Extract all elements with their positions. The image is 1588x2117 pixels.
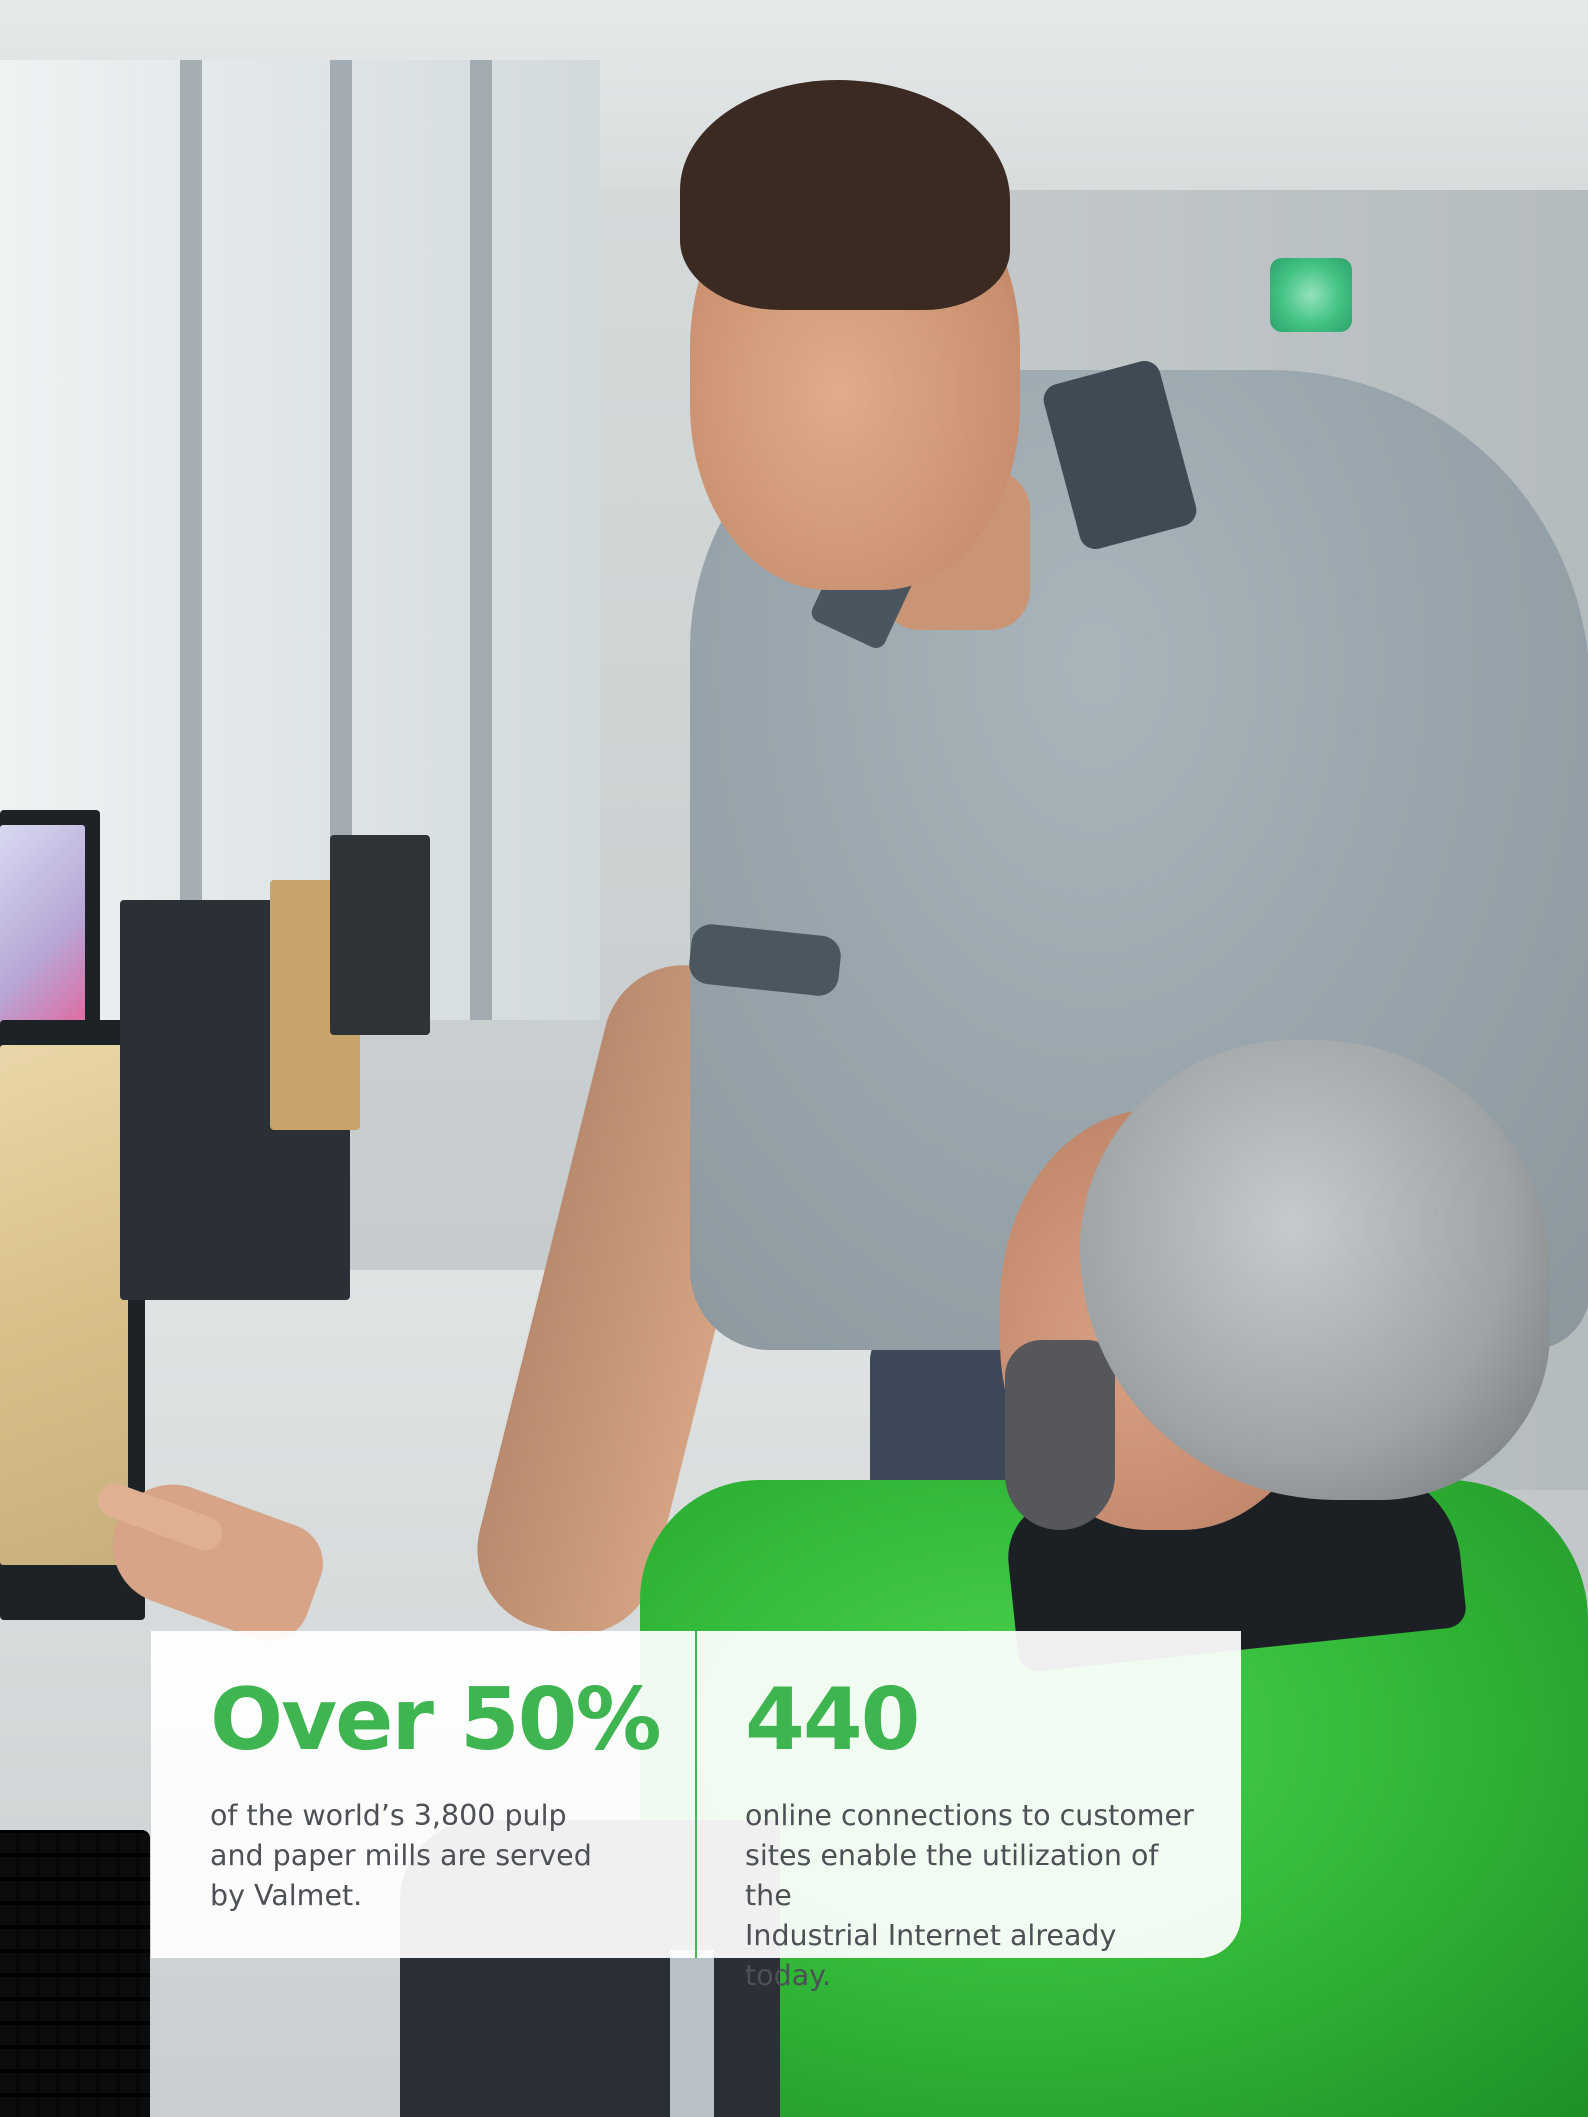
monitor bbox=[330, 835, 430, 1035]
stat-description: of the world’s 3,800 pulp and paper mill… bbox=[210, 1796, 680, 1916]
stat-online-connections: 440 online connections to customer sites… bbox=[745, 1668, 1205, 1996]
exit-sign bbox=[1270, 258, 1352, 332]
window-mullion bbox=[180, 60, 202, 1020]
stat-description-line: by Valmet. bbox=[210, 1879, 363, 1912]
window-mullion bbox=[470, 60, 492, 1020]
stat-description-line: of the world’s 3,800 pulp bbox=[210, 1799, 567, 1832]
stat-description-line: sites enable the utilization of the bbox=[745, 1839, 1159, 1912]
stat-description-line: and paper mills are served bbox=[210, 1839, 592, 1872]
stat-value: Over 50% bbox=[210, 1670, 662, 1770]
stat-mills-served: Over 50% of the world’s 3,800 pulp and p… bbox=[210, 1668, 680, 1916]
keyboard bbox=[0, 1830, 150, 2117]
seated-man-beard bbox=[1005, 1340, 1115, 1530]
reflective-stripe bbox=[670, 1950, 714, 2117]
stat-value: 440 bbox=[745, 1670, 921, 1770]
stat-description-line: Industrial Internet already today. bbox=[745, 1919, 1117, 1992]
stat-description-line: online connections to customer bbox=[745, 1799, 1194, 1832]
monitor-screen bbox=[0, 825, 85, 1025]
stats-divider bbox=[695, 1631, 697, 1958]
stat-description: online connections to customer sites ena… bbox=[745, 1796, 1205, 1996]
